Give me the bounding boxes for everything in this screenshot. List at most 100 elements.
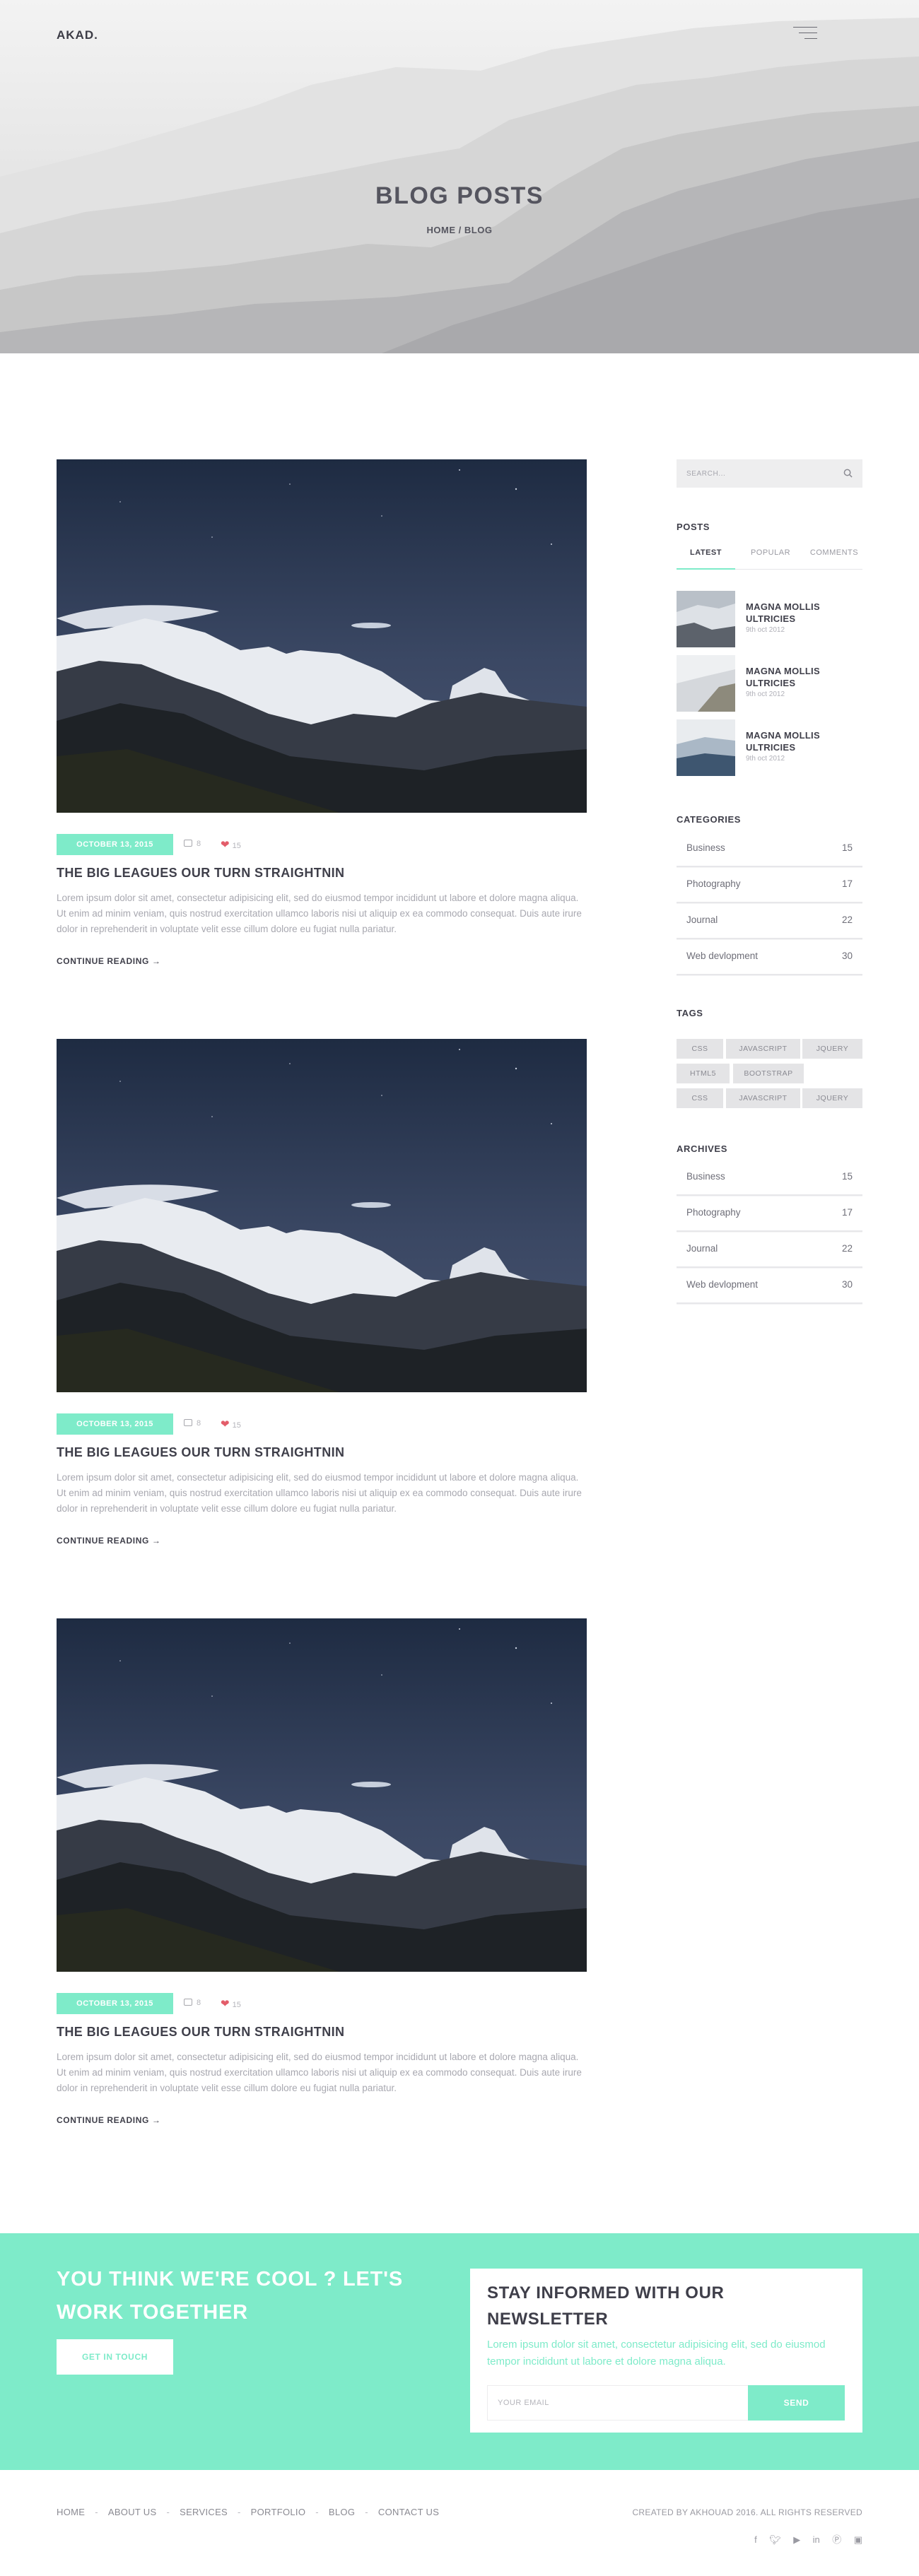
continue-reading-link[interactable]: CONTINUE READING → — [57, 2115, 160, 2125]
comment-icon — [184, 1999, 192, 2006]
comment-icon — [184, 1419, 192, 1426]
tab-comments[interactable]: COMMENTS — [806, 544, 862, 570]
recent-post-item[interactable]: MAGNA MOLLIS ULTRICIES 9th oct 2012 — [677, 719, 862, 776]
date-badge: OCTOBER 13, 2015 — [57, 1993, 173, 2014]
category-name: Business — [686, 842, 725, 853]
post-meta: OCTOBER 13, 2015 8 ❤ 15 — [57, 1993, 587, 2014]
recent-post-thumbnail[interactable] — [677, 655, 735, 712]
archive-count: 22 — [841, 1243, 853, 1254]
date-badge: OCTOBER 13, 2015 — [57, 1413, 173, 1435]
footer-separator: - — [365, 2507, 368, 2517]
footer-separator: - — [166, 2507, 170, 2517]
cta-section: YOU THINK WE'RE COOL ? LET'S WORK TOGETH… — [0, 2233, 919, 2470]
archive-item[interactable]: Journal 22 — [677, 1232, 862, 1268]
get-in-touch-button[interactable]: GET IN TOUCH — [57, 2339, 173, 2375]
hero-banner: AKAD. BLOG POSTS HOME / BLOG — [0, 0, 919, 353]
archive-name: Journal — [686, 1243, 718, 1254]
tag-item[interactable]: BOOTSTRAP — [733, 1064, 804, 1083]
comment-icon — [184, 840, 192, 847]
continue-reading-link[interactable]: CONTINUE READING → — [57, 1536, 160, 1546]
post-excerpt: Lorem ipsum dolor sit amet, consectetur … — [57, 2052, 582, 2093]
post-title[interactable]: THE BIG LEAGUES OUR TURN STRAIGHTNIN — [57, 866, 344, 881]
tag-item[interactable]: JAVASCRIPT — [726, 1039, 800, 1059]
posts-tabs: LATEST POPULAR COMMENTS — [677, 544, 862, 570]
site-logo[interactable]: AKAD. — [57, 28, 98, 42]
footer-link-blog[interactable]: BLOG — [329, 2507, 355, 2517]
like-count[interactable]: ❤ 15 — [221, 1418, 241, 1430]
tab-popular[interactable]: POPULAR — [742, 544, 799, 570]
archive-item[interactable]: Photography 17 — [677, 1196, 862, 1232]
category-item[interactable]: Web devlopment 30 — [677, 939, 862, 975]
posts-widget-title: POSTS — [677, 522, 710, 532]
tag-item[interactable]: JAVASCRIPT — [726, 1088, 800, 1108]
post-meta: OCTOBER 13, 2015 8 ❤ 15 — [57, 834, 587, 855]
tag-item[interactable]: CSS — [677, 1039, 723, 1059]
recent-post-title[interactable]: MAGNA MOLLIS ULTRICIES — [746, 601, 852, 625]
footer-separator: - — [95, 2507, 98, 2517]
tag-item[interactable]: JQUERY — [802, 1039, 862, 1059]
category-count: 17 — [841, 878, 853, 889]
linkedin-icon[interactable]: in — [813, 2534, 820, 2545]
archive-count: 30 — [841, 1279, 853, 1290]
category-name: Photography — [686, 878, 741, 889]
category-count: 30 — [841, 951, 853, 961]
post-title[interactable]: THE BIG LEAGUES OUR TURN STRAIGHTNIN — [57, 2025, 344, 2040]
search-input[interactable] — [677, 459, 832, 488]
heart-icon: ❤ — [221, 1418, 230, 1430]
youtube-icon[interactable]: ▶ — [793, 2534, 800, 2546]
like-count[interactable]: ❤ 15 — [221, 1997, 241, 2010]
page-title: BLOG POSTS — [375, 182, 544, 209]
footer-link-home[interactable]: HOME — [57, 2507, 85, 2517]
continue-reading-link[interactable]: CONTINUE READING → — [57, 956, 160, 966]
blog-post: OCTOBER 13, 2015 8 ❤ 15 THE BIG LEAGUES O… — [57, 459, 587, 966]
post-image[interactable] — [57, 1618, 587, 1972]
like-count[interactable]: ❤ 15 — [221, 838, 241, 851]
send-button[interactable]: SEND — [748, 2385, 845, 2421]
archive-item[interactable]: Web devlopment 30 — [677, 1268, 862, 1304]
twitter-icon[interactable]: 🐦︎ — [769, 2534, 781, 2546]
post-image[interactable] — [57, 459, 587, 813]
archive-name: Photography — [686, 1207, 741, 1218]
recent-post-item[interactable]: MAGNA MOLLIS ULTRICIES 9th oct 2012 — [677, 591, 862, 647]
pinterest-icon[interactable]: Ⓟ — [832, 2532, 841, 2546]
blog-post: OCTOBER 13, 2015 8 ❤ 15 THE BIG LEAGUES O… — [57, 1618, 587, 2125]
footer-link-services[interactable]: SERVICES — [180, 2507, 228, 2517]
cta-title: YOU THINK WE'RE COOL ? LET'S WORK TOGETH… — [57, 2268, 403, 2324]
category-item[interactable]: Photography 17 — [677, 867, 862, 903]
recent-post-thumbnail[interactable] — [677, 719, 735, 776]
recent-post-item[interactable]: MAGNA MOLLIS ULTRICIES 9th oct 2012 — [677, 655, 862, 712]
category-item[interactable]: Business 15 — [677, 831, 862, 867]
categories-list: Business 15 Photography 17 Journal 22 Web d… — [677, 831, 862, 975]
post-image[interactable] — [57, 1039, 587, 1392]
search-icon[interactable] — [843, 469, 853, 478]
like-count-value: 15 — [232, 2001, 241, 2009]
comment-count[interactable]: 8 — [184, 1999, 201, 2007]
tag-item[interactable]: HTML5 — [677, 1064, 730, 1083]
recent-post-title[interactable]: MAGNA MOLLIS ULTRICIES — [746, 729, 852, 753]
breadcrumb[interactable]: HOME / BLOG — [0, 225, 919, 235]
archive-count: 17 — [841, 1207, 853, 1218]
footer-link-about[interactable]: ABOUT US — [108, 2507, 157, 2517]
tab-latest[interactable]: LATEST — [677, 544, 735, 570]
tag-item[interactable]: JQUERY — [802, 1088, 862, 1108]
facebook-icon[interactable]: f — [754, 2534, 757, 2545]
post-title[interactable]: THE BIG LEAGUES OUR TURN STRAIGHTNIN — [57, 1445, 344, 1460]
social-links: f 🐦︎ ▶ in Ⓟ ▣ — [745, 2532, 862, 2546]
recent-post-thumbnail[interactable] — [677, 591, 735, 647]
email-field[interactable] — [487, 2385, 752, 2421]
instagram-icon[interactable]: ▣ — [854, 2534, 862, 2546]
tag-item[interactable]: CSS — [677, 1088, 723, 1108]
recent-post-title[interactable]: MAGNA MOLLIS ULTRICIES — [746, 665, 852, 689]
like-count-value: 15 — [232, 842, 241, 850]
category-item[interactable]: Journal 22 — [677, 903, 862, 939]
comment-count[interactable]: 8 — [184, 1419, 201, 1428]
archive-item[interactable]: Business 15 — [677, 1160, 862, 1196]
newsletter-box: STAY INFORMED WITH OUR NEWSLETTER Lorem … — [470, 2269, 862, 2433]
footer-link-contact[interactable]: CONTACT US — [378, 2507, 439, 2517]
archive-count: 15 — [841, 1171, 853, 1182]
hamburger-menu-icon[interactable] — [793, 27, 817, 41]
heart-icon: ❤ — [221, 839, 230, 851]
footer-link-portfolio[interactable]: PORTFOLIO — [251, 2507, 306, 2517]
newsletter-text: Lorem ipsum dolor sit amet, consectetur … — [487, 2339, 826, 2368]
comment-count[interactable]: 8 — [184, 840, 201, 848]
